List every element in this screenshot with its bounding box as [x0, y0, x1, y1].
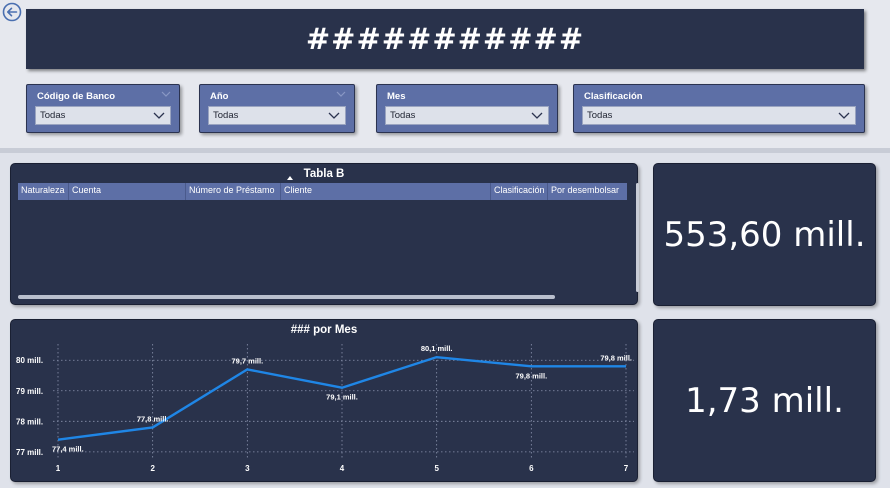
- slicer-value: Todas: [587, 110, 613, 121]
- vertical-scrollbar[interactable]: [636, 183, 639, 292]
- column-header-clasificacion[interactable]: Clasificación: [491, 183, 548, 200]
- column-header-cuenta[interactable]: Cuenta: [69, 183, 186, 200]
- slicer-label: Código de Banco: [37, 91, 116, 102]
- x-tick-label: 7: [624, 464, 629, 473]
- slicer-dropdown[interactable]: Todas: [35, 106, 171, 125]
- y-tick-label: 77 mill.: [16, 448, 43, 457]
- column-header-por-desembolsar[interactable]: Por desembolsar: [548, 183, 627, 200]
- table-title: Tabla B: [303, 168, 345, 180]
- slicer-value: Todas: [390, 110, 416, 121]
- chevron-down-icon: [153, 112, 165, 119]
- title-banner: ###########: [26, 9, 864, 69]
- kpi-card-1: 553,60 mill.: [653, 163, 876, 306]
- x-tick-label: 4: [340, 464, 345, 473]
- slicer-dropdown[interactable]: Todas: [385, 106, 549, 125]
- line-chart: 77 mill.78 mill.79 mill.80 mill.1 2 3 4 5 6 77…: [16, 344, 634, 473]
- slicer-dropdown[interactable]: Todas: [582, 106, 856, 125]
- chevron-down-icon: [531, 112, 543, 119]
- data-label: 77,4 mill.: [52, 445, 84, 454]
- slicer-value: Todas: [40, 110, 66, 121]
- chevron-down-icon: [838, 112, 850, 119]
- y-tick-label: 80 mill.: [16, 356, 43, 365]
- table-header-row: Naturaleza Cuenta Número de Préstamo Cli…: [18, 183, 627, 200]
- line-chart-visual: ### por Mes 77 mill. 78 mill. 79 mill. 80 m…: [10, 319, 638, 482]
- data-label: 77,8 mill.: [137, 414, 169, 423]
- chevron-down-icon[interactable]: [336, 89, 346, 99]
- page-title: ###########: [305, 22, 585, 56]
- slicer-dropdown[interactable]: Todas: [208, 106, 346, 125]
- data-label: 79,7 mill.: [231, 356, 263, 365]
- x-tick-label: 2: [150, 464, 155, 473]
- slicer-mes[interactable]: Mes Todas: [376, 84, 558, 133]
- chevron-down-icon: [328, 112, 340, 119]
- column-header-naturaleza[interactable]: Naturaleza: [18, 183, 69, 200]
- x-tick-label: 6: [529, 464, 534, 473]
- chevron-down-icon[interactable]: [161, 89, 171, 99]
- kpi-card-2: 1,73 mill.: [653, 319, 876, 482]
- x-tick-label: 1: [56, 464, 61, 473]
- slicer-label: Año: [210, 91, 229, 102]
- kpi-value: 553,60 mill.: [663, 214, 866, 255]
- back-arrow-icon: [2, 2, 22, 22]
- slicer-codigo-de-banco[interactable]: Código de Banco Todas: [26, 84, 180, 133]
- y-tick-label: 79 mill.: [16, 387, 43, 396]
- data-label: 80,1 mill.: [421, 344, 453, 353]
- slicer-label: Clasificación: [584, 91, 643, 102]
- sort-ascending-icon[interactable]: [287, 176, 293, 180]
- back-button[interactable]: [2, 2, 22, 22]
- table-b-visual: Tabla B Naturaleza Cuenta Número de Prés…: [10, 163, 639, 305]
- data-label: 79,8 mill.: [515, 371, 547, 380]
- x-tick-label: 3: [245, 464, 250, 473]
- y-tick-label: 78 mill.: [16, 417, 43, 426]
- column-header-cliente[interactable]: Cliente: [281, 183, 491, 200]
- horizontal-scrollbar[interactable]: [18, 295, 555, 299]
- slicer-ano[interactable]: Año Todas: [199, 84, 355, 133]
- data-label: 79,1 mill.: [326, 393, 358, 402]
- data-label: 79,8 mill.: [600, 353, 632, 362]
- kpi-value: 1,73 mill.: [685, 380, 844, 421]
- slicer-value: Todas: [213, 110, 239, 121]
- slicer-label: Mes: [387, 91, 406, 102]
- x-tick-label: 5: [434, 464, 439, 473]
- slicer-clasificacion[interactable]: Clasificación Todas: [573, 84, 865, 133]
- column-header-numero-de-prestamo[interactable]: Número de Préstamo: [186, 183, 281, 200]
